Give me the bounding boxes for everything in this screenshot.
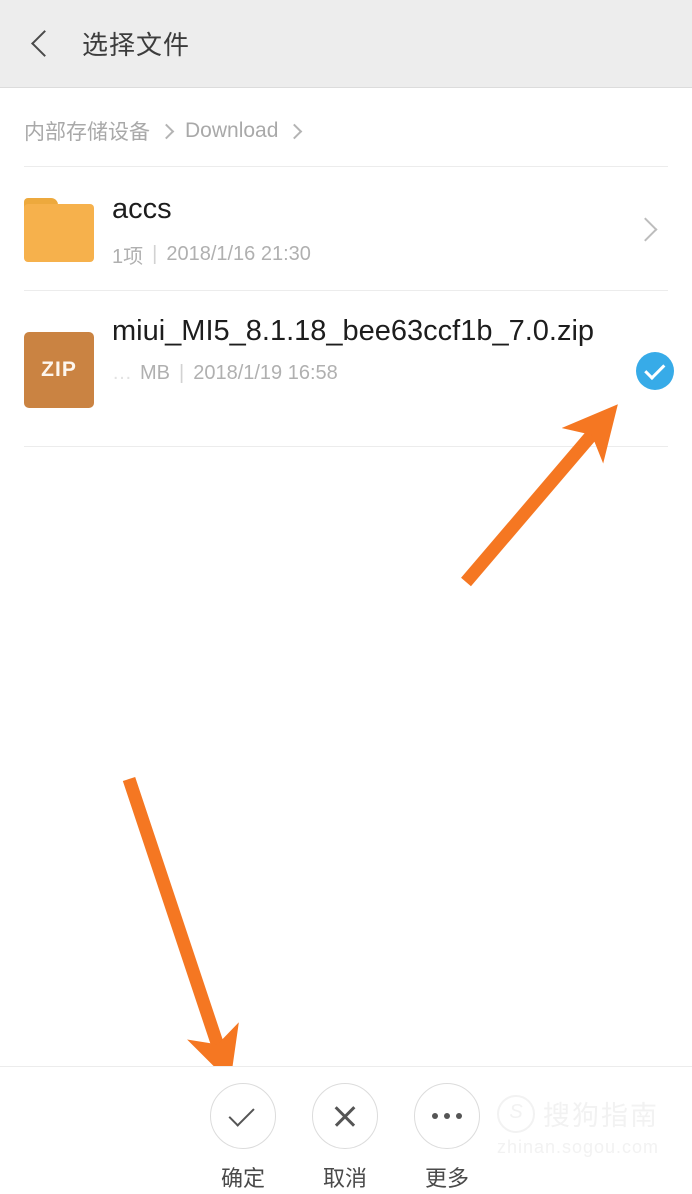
more-button-label: 更多 xyxy=(424,1166,469,1191)
folder-name: accs xyxy=(112,193,172,225)
confirm-button[interactable]: 确定 xyxy=(192,1083,294,1193)
file-info: miui_MI5_8.1.18_bee63ccf1b_7.0.zip … MB … xyxy=(112,312,612,385)
chevron-right-icon xyxy=(287,123,303,139)
more-dots-icon xyxy=(414,1083,480,1149)
list-item-file[interactable]: ZIP miui_MI5_8.1.18_bee63ccf1b_7.0.zip …… xyxy=(0,290,692,446)
chevron-right-icon[interactable] xyxy=(633,217,658,242)
chevron-left-icon xyxy=(30,30,58,57)
zip-icon: ZIP xyxy=(24,332,94,408)
bottom-toolbar: 确定 取消 更多 xyxy=(0,1066,692,1194)
breadcrumb-item-download[interactable]: Download xyxy=(185,119,278,143)
cancel-button-label: 取消 xyxy=(322,1166,367,1191)
chevron-right-icon xyxy=(158,123,175,139)
breadcrumb-item-storage[interactable]: 内部存储设备 xyxy=(24,116,150,146)
file-name: miui_MI5_8.1.18_bee63ccf1b_7.0.zip xyxy=(112,315,595,347)
back-button[interactable] xyxy=(16,16,72,72)
check-icon xyxy=(210,1083,276,1149)
meta-separator: | xyxy=(179,362,185,384)
cancel-button[interactable]: 取消 xyxy=(294,1083,396,1193)
close-icon xyxy=(312,1083,378,1149)
arrow-to-confirm-button xyxy=(122,776,239,1083)
arrow-to-checkbox xyxy=(461,404,618,587)
file-size-unit: MB xyxy=(140,362,170,384)
meta-separator: | xyxy=(152,243,158,265)
more-button[interactable]: 更多 xyxy=(396,1083,498,1193)
zip-icon-label: ZIP xyxy=(41,358,77,381)
list-item-folder[interactable]: accs 1项 | 2018/1/16 21:30 xyxy=(0,166,692,290)
folder-icon xyxy=(24,198,94,262)
confirm-button-label: 确定 xyxy=(220,1166,265,1191)
file-size: … xyxy=(112,362,132,384)
divider xyxy=(24,446,668,447)
folder-info: accs 1项 | 2018/1/16 21:30 xyxy=(112,190,592,269)
app-header: 选择文件 xyxy=(0,0,692,88)
folder-item-count: 1项 xyxy=(112,246,144,268)
breadcrumb: 内部存储设备 Download xyxy=(24,108,313,154)
file-date: 2018/1/19 16:58 xyxy=(193,362,338,384)
check-circle-icon[interactable] xyxy=(636,352,674,390)
folder-meta: 1项 | 2018/1/16 21:30 xyxy=(112,240,592,269)
file-meta: … MB | 2018/1/19 16:58 xyxy=(112,362,612,385)
folder-date: 2018/1/16 21:30 xyxy=(166,243,311,265)
page-title: 选择文件 xyxy=(82,30,191,60)
